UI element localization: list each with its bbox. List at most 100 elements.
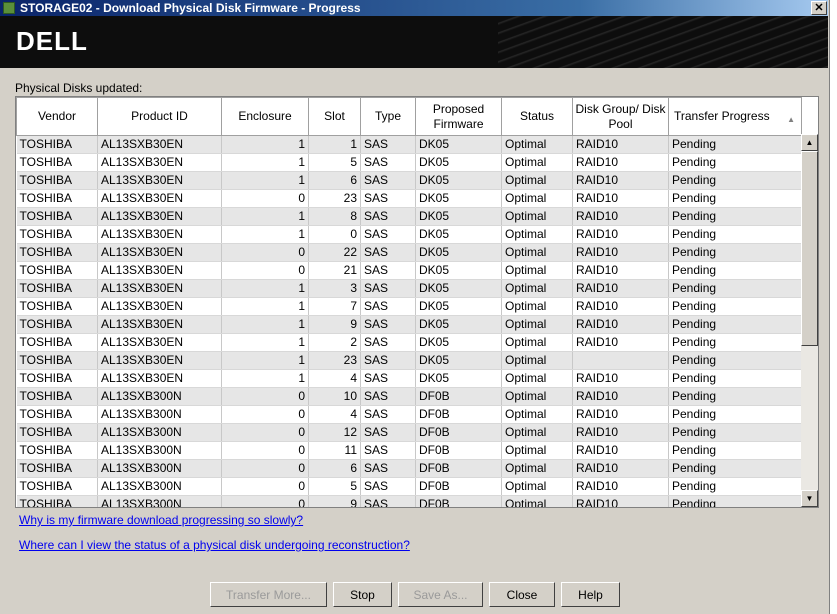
table-row[interactable]: TOSHIBA AL13SXB300N 0 11 SAS DF0B Optimal RAID1… [16,441,802,460]
table-row[interactable]: TOSHIBA AL13SXB300N 0 4 SAS DF0B Optimal RAID10… [16,405,802,424]
table-row[interactable]: TOSHIBA AL13SXB300N 0 6 SAS DF0B Optimal RAID10… [16,459,802,478]
cell-type: SAS [360,441,416,460]
table-row[interactable]: TOSHIBA AL13SXB30EN 1 5 SAS DK05 Optimal RAID10… [16,153,802,172]
cell-product-id: AL13SXB300N [97,423,222,442]
scrollbar-thumb[interactable] [801,151,818,346]
table-row[interactable]: TOSHIBA AL13SXB300N 0 12 SAS DF0B Optimal RAID1… [16,423,802,442]
column-header-vendor[interactable]: Vendor [16,97,98,136]
cell-transfer-progress: Pending [668,243,802,262]
column-header-product-id[interactable]: Product ID [97,97,222,136]
cell-disk-group: RAID10 [572,297,669,316]
cell-vendor: TOSHIBA [16,279,98,298]
cell-enclosure: 1 [221,297,309,316]
cell-product-id: AL13SXB300N [97,459,222,478]
table-row[interactable]: TOSHIBA AL13SXB300N 0 5 SAS DF0B Optimal RAID10… [16,477,802,496]
cell-product-id: AL13SXB30EN [97,153,222,172]
cell-type: SAS [360,171,416,190]
table-row[interactable]: TOSHIBA AL13SXB30EN 1 9 SAS DK05 Optimal RAID10… [16,315,802,334]
cell-status: Optimal [501,171,573,190]
cell-vendor: TOSHIBA [16,351,98,370]
column-header-disk-group[interactable]: Disk Group/ Disk Pool [572,97,669,136]
cell-type: SAS [360,279,416,298]
cell-slot: 22 [308,243,361,262]
table-row[interactable]: TOSHIBA AL13SXB30EN 0 22 SAS DK05 Optimal RAID1… [16,243,802,262]
cell-type: SAS [360,297,416,316]
slow-download-help-link[interactable]: Why is my firmware download progressing … [19,513,303,527]
cell-disk-group: RAID10 [572,207,669,226]
cell-status: Optimal [501,225,573,244]
cell-disk-group: RAID10 [572,333,669,352]
cell-slot: 2 [308,333,361,352]
cell-slot: 5 [308,477,361,496]
help-button[interactable]: Help [561,582,620,607]
cell-firmware: DK05 [415,189,502,208]
column-header-status[interactable]: Status [501,97,573,136]
table-row[interactable]: TOSHIBA AL13SXB30EN 1 1 SAS DK05 Optimal RAID10… [16,135,802,154]
cell-vendor: TOSHIBA [16,171,98,190]
cell-status: Optimal [501,459,573,478]
cell-transfer-progress: Pending [668,369,802,388]
cell-type: SAS [360,495,416,507]
cell-transfer-progress: Pending [668,459,802,478]
table-row[interactable]: TOSHIBA AL13SXB300N 0 9 SAS DF0B Optimal RAID10… [16,495,802,507]
table-row[interactable]: TOSHIBA AL13SXB30EN 1 4 SAS DK05 Optimal RAID10… [16,369,802,388]
table-row[interactable]: TOSHIBA AL13SXB30EN 1 0 SAS DK05 Optimal RAID10… [16,225,802,244]
cell-status: Optimal [501,495,573,507]
cell-type: SAS [360,459,416,478]
cell-firmware: DF0B [415,423,502,442]
cell-firmware: DK05 [415,225,502,244]
cell-transfer-progress: Pending [668,153,802,172]
cell-transfer-progress: Pending [668,261,802,280]
table-row[interactable]: TOSHIBA AL13SXB30EN 0 23 SAS DK05 Optimal RAID1… [16,189,802,208]
cell-slot: 23 [308,351,361,370]
cell-disk-group: RAID10 [572,369,669,388]
column-header-transfer-progress[interactable]: Transfer Progress ▲ [668,97,802,136]
save-as-button[interactable]: Save As... [398,582,483,607]
cell-enclosure: 1 [221,351,309,370]
transfer-more-button[interactable]: Transfer More... [210,582,327,607]
cell-type: SAS [360,261,416,280]
cell-status: Optimal [501,405,573,424]
cell-disk-group: RAID10 [572,225,669,244]
table-row[interactable]: TOSHIBA AL13SXB30EN 1 6 SAS DK05 Optimal RAID10… [16,171,802,190]
table-row[interactable]: TOSHIBA AL13SXB30EN 1 7 SAS DK05 Optimal RAID10… [16,297,802,316]
table-row[interactable]: TOSHIBA AL13SXB30EN 1 23 SAS DK05 Optimal Pendi… [16,351,802,370]
column-header-proposed-firmware[interactable]: Proposed Firmware [415,97,502,136]
cell-status: Optimal [501,333,573,352]
cell-enclosure: 1 [221,135,309,154]
cell-firmware: DK05 [415,243,502,262]
cell-type: SAS [360,369,416,388]
cell-type: SAS [360,135,416,154]
scroll-up-arrow-icon[interactable]: ▲ [801,134,818,151]
stop-button[interactable]: Stop [333,582,392,607]
table-row[interactable]: TOSHIBA AL13SXB30EN 1 3 SAS DK05 Optimal RAID10… [16,279,802,298]
column-header-type[interactable]: Type [360,97,416,136]
close-button[interactable]: Close [489,582,555,607]
cell-firmware: DK05 [415,261,502,280]
vertical-scrollbar[interactable]: ▲ ▼ [801,134,818,507]
column-header-slot[interactable]: Slot [308,97,361,136]
cell-disk-group: RAID10 [572,171,669,190]
cell-enclosure: 1 [221,315,309,334]
cell-vendor: TOSHIBA [16,261,98,280]
table-row[interactable]: TOSHIBA AL13SXB30EN 0 21 SAS DK05 Optimal RAID1… [16,261,802,280]
cell-disk-group: RAID10 [572,477,669,496]
section-label: Physical Disks updated: [15,81,143,95]
cell-status: Optimal [501,297,573,316]
table-row[interactable]: TOSHIBA AL13SXB300N 0 10 SAS DF0B Optimal RAID1… [16,387,802,406]
table-row[interactable]: TOSHIBA AL13SXB30EN 1 8 SAS DK05 Optimal RAID10… [16,207,802,226]
column-header-enclosure[interactable]: Enclosure [221,97,309,136]
table-row[interactable]: TOSHIBA AL13SXB30EN 1 2 SAS DK05 Optimal RAID10… [16,333,802,352]
cell-vendor: TOSHIBA [16,243,98,262]
cell-vendor: TOSHIBA [16,423,98,442]
reconstruction-status-help-link[interactable]: Where can I view the status of a physica… [19,538,410,552]
cell-status: Optimal [501,387,573,406]
cell-firmware: DF0B [415,387,502,406]
cell-type: SAS [360,315,416,334]
cell-transfer-progress: Pending [668,207,802,226]
scroll-down-arrow-icon[interactable]: ▼ [801,490,818,507]
physical-disks-table[interactable]: Vendor Product ID Enclosure Slot Type Pr… [15,96,819,508]
cell-type: SAS [360,243,416,262]
close-window-button[interactable]: ✕ [811,1,827,15]
column-header-transfer-progress-label: Transfer Progress [674,109,770,123]
